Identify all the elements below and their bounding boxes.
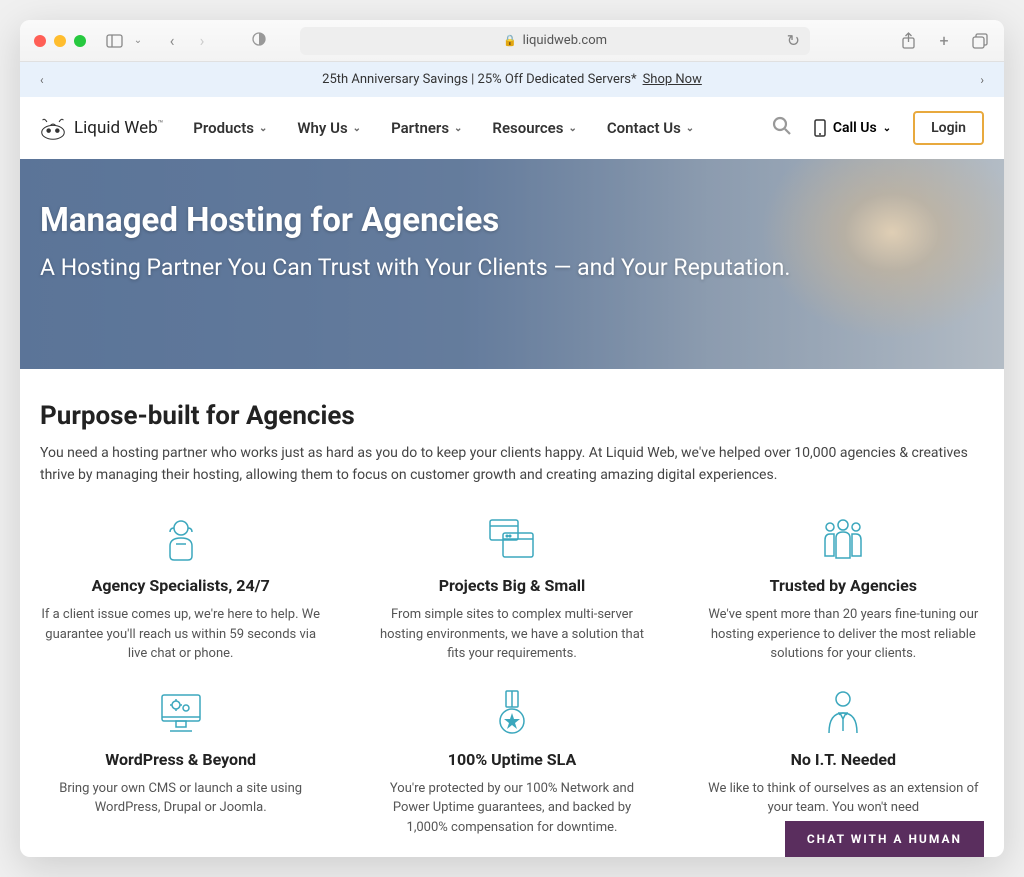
feature-desc: If a client issue comes up, we're here t… bbox=[40, 605, 321, 664]
feature-projects: Projects Big & Small From simple sites t… bbox=[371, 514, 652, 664]
promo-prev-button[interactable]: ‹ bbox=[40, 73, 44, 87]
share-icon[interactable] bbox=[898, 31, 918, 51]
chevron-down-icon[interactable]: ⌄ bbox=[128, 31, 148, 51]
hero: Managed Hosting for Agencies A Hosting P… bbox=[20, 159, 1004, 369]
feature-title: Trusted by Agencies bbox=[703, 576, 984, 595]
feature-no-it: No I.T. Needed We like to think of ourse… bbox=[703, 688, 984, 838]
headset-person-icon bbox=[40, 514, 321, 564]
browser-chrome: ⌄ ‹ › 🔒 liquidweb.com ↻ + bbox=[20, 20, 1004, 62]
feature-title: Agency Specialists, 24/7 bbox=[40, 576, 321, 595]
forward-button[interactable]: › bbox=[192, 31, 212, 51]
back-button[interactable]: ‹ bbox=[162, 31, 182, 51]
feature-title: Projects Big & Small bbox=[371, 576, 652, 595]
feature-desc: From simple sites to complex multi-serve… bbox=[371, 605, 652, 664]
feature-desc: Bring your own CMS or launch a site usin… bbox=[40, 779, 321, 818]
chevron-down-icon: ⌄ bbox=[568, 123, 576, 134]
nav-partners[interactable]: Partners⌄ bbox=[391, 119, 462, 137]
nav-products[interactable]: Products⌄ bbox=[193, 119, 267, 137]
chevron-down-icon: ⌄ bbox=[883, 123, 891, 134]
promo-next-button[interactable]: › bbox=[980, 73, 984, 87]
logo-icon bbox=[40, 115, 66, 141]
feature-uptime: 100% Uptime SLA You're protected by our … bbox=[371, 688, 652, 838]
people-group-icon bbox=[703, 514, 984, 564]
search-icon[interactable] bbox=[772, 116, 791, 140]
phone-icon bbox=[813, 119, 827, 137]
chevron-down-icon: ⌄ bbox=[454, 123, 462, 134]
monitor-gears-icon bbox=[40, 688, 321, 738]
hero-title: Managed Hosting for Agencies bbox=[40, 201, 984, 240]
promo-bar: ‹ 25th Anniversary Savings | 25% Off Ded… bbox=[20, 62, 1004, 97]
section-title: Purpose-built for Agencies bbox=[40, 401, 984, 431]
medal-icon bbox=[371, 688, 652, 738]
chevron-down-icon: ⌄ bbox=[259, 123, 267, 134]
section-desc: You need a hosting partner who works jus… bbox=[40, 443, 984, 486]
feature-trusted: Trusted by Agencies We've spent more tha… bbox=[703, 514, 984, 664]
maximize-window-button[interactable] bbox=[74, 35, 86, 47]
chevron-down-icon: ⌄ bbox=[686, 123, 694, 134]
traffic-lights bbox=[34, 35, 86, 47]
minimize-window-button[interactable] bbox=[54, 35, 66, 47]
feature-title: 100% Uptime SLA bbox=[371, 750, 652, 769]
features-grid: Agency Specialists, 24/7 If a client iss… bbox=[40, 514, 984, 837]
business-person-icon bbox=[703, 688, 984, 738]
close-window-button[interactable] bbox=[34, 35, 46, 47]
logo-text: Liquid Web™ bbox=[74, 118, 163, 138]
tabs-icon[interactable] bbox=[970, 31, 990, 51]
sidebar-icon[interactable] bbox=[104, 31, 124, 51]
chat-widget[interactable]: CHAT WITH A HUMAN bbox=[785, 821, 984, 857]
feature-title: No I.T. Needed bbox=[703, 750, 984, 769]
reader-icon[interactable] bbox=[252, 31, 266, 50]
feature-desc: We like to think of ourselves as an exte… bbox=[703, 779, 984, 818]
promo-text: 25th Anniversary Savings | 25% Off Dedic… bbox=[322, 72, 636, 87]
feature-title: WordPress & Beyond bbox=[40, 750, 321, 769]
nav-contact-us[interactable]: Contact Us⌄ bbox=[607, 119, 694, 137]
call-us-button[interactable]: Call Us ⌄ bbox=[813, 119, 891, 137]
hero-subtitle: A Hosting Partner You Can Trust with You… bbox=[40, 254, 984, 281]
refresh-icon[interactable]: ↻ bbox=[787, 31, 800, 50]
new-tab-icon[interactable]: + bbox=[934, 31, 954, 51]
windows-icon bbox=[371, 514, 652, 564]
chevron-down-icon: ⌄ bbox=[353, 123, 361, 134]
nav-resources[interactable]: Resources⌄ bbox=[492, 119, 576, 137]
address-bar-text: 🔒 liquidweb.com bbox=[503, 33, 607, 48]
nav-why-us[interactable]: Why Us⌄ bbox=[297, 119, 361, 137]
address-bar[interactable]: 🔒 liquidweb.com ↻ bbox=[300, 27, 810, 55]
main-nav: Liquid Web™ Products⌄ Why Us⌄ Partners⌄ … bbox=[20, 97, 1004, 159]
feature-desc: We've spent more than 20 years fine-tuni… bbox=[703, 605, 984, 664]
logo[interactable]: Liquid Web™ bbox=[40, 115, 163, 141]
promo-link[interactable]: Shop Now bbox=[643, 72, 702, 87]
feature-agency-specialists: Agency Specialists, 24/7 If a client iss… bbox=[40, 514, 321, 664]
login-button[interactable]: Login bbox=[913, 111, 984, 145]
content: Purpose-built for Agencies You need a ho… bbox=[20, 369, 1004, 857]
lock-icon: 🔒 bbox=[503, 34, 517, 47]
feature-wordpress: WordPress & Beyond Bring your own CMS or… bbox=[40, 688, 321, 838]
